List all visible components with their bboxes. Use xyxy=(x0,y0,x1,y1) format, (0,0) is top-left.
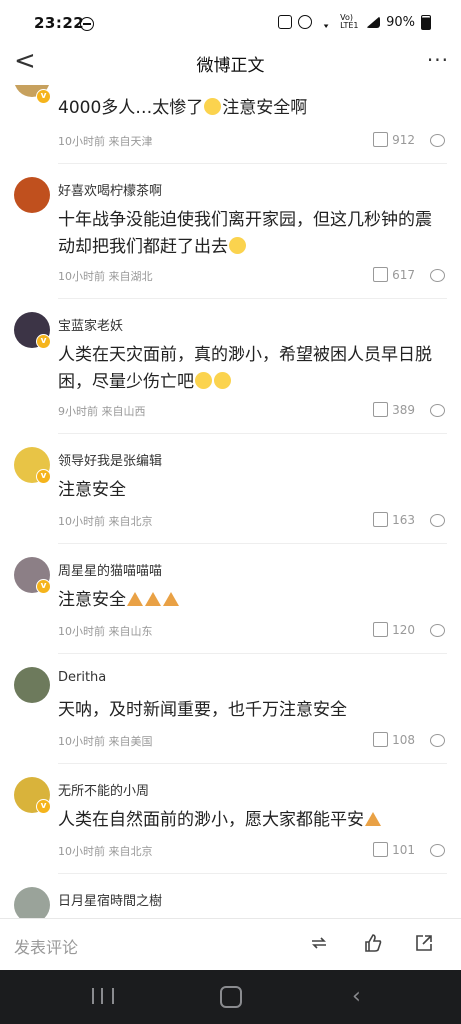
comment-meta: 10小时前 来自山东 xyxy=(58,625,153,638)
crying-emoji-icon xyxy=(229,237,246,254)
avatar[interactable] xyxy=(14,667,50,703)
pray-emoji-icon xyxy=(365,812,381,826)
sad-emoji-icon xyxy=(214,372,231,389)
comment-username[interactable]: 周星星的猫喵喵喵 xyxy=(58,560,162,579)
thumb-up-icon xyxy=(373,842,389,857)
comment-meta: 10小时前 来自湖北 xyxy=(58,270,153,283)
comment-meta: 10小时前 来自天津 xyxy=(58,135,153,148)
like-button[interactable]: 617 xyxy=(373,267,415,282)
battery-percent: 90% xyxy=(386,14,415,30)
verified-badge-icon: v xyxy=(36,579,51,594)
signal-icon xyxy=(366,16,381,28)
comment-item: 好喜欢喝柠檬茶啊 十年战争没能迫使我们离开家园，但这几秒钟的震动却把我们都赶了出… xyxy=(0,164,461,299)
more-options-button[interactable]: ··· xyxy=(427,48,449,72)
comment-item: v 无所不能的小周 人类在自然面前的渺小，愿大家都能平安 10小时前 来自北京 … xyxy=(0,764,461,874)
comment-meta: 10小时前 来自北京 xyxy=(58,845,153,858)
like-icon[interactable] xyxy=(363,933,383,953)
pray-emoji-icon xyxy=(127,592,143,606)
comment-meta: 10小时前 来自北京 xyxy=(58,515,153,528)
verified-badge-icon: v xyxy=(36,89,51,104)
verified-badge-icon: v xyxy=(36,469,51,484)
comment-username[interactable]: Deritha xyxy=(58,670,106,685)
avatar[interactable] xyxy=(14,887,50,918)
comment-username[interactable]: 领导好我是张编辑 xyxy=(58,450,162,469)
page-title: 微博正文 xyxy=(196,56,265,76)
thumb-up-icon xyxy=(373,402,389,417)
like-button[interactable]: 120 xyxy=(373,622,415,637)
pray-emoji-icon xyxy=(145,592,161,606)
reply-button[interactable] xyxy=(430,624,445,637)
alarm-icon xyxy=(298,15,313,29)
notification-icon xyxy=(278,15,293,29)
comment-meta: 9小时前 来自山西 xyxy=(58,405,146,418)
comment-item: v 4000多人…太惨了 注意安全啊 10小时前 来自天津 912 xyxy=(0,85,461,164)
reply-button[interactable] xyxy=(430,404,445,417)
comment-item: v 领导好我是张编辑 注意安全 10小时前 来自北京 163 xyxy=(0,434,461,544)
comment-meta: 10小时前 来自美国 xyxy=(58,735,153,748)
comment-text: 人类在自然面前的渺小，愿大家都能平安 xyxy=(58,807,441,834)
like-button[interactable]: 912 xyxy=(373,132,415,147)
comment-bar: 发表评论 xyxy=(0,918,461,971)
network-type: Vo) LTE1 xyxy=(340,13,359,30)
share-icon[interactable] xyxy=(414,933,434,953)
like-button[interactable]: 108 xyxy=(373,732,415,747)
thumb-up-icon xyxy=(373,267,389,282)
battery-icon xyxy=(421,14,431,30)
reply-button[interactable] xyxy=(430,514,445,527)
comment-text: 天呐，及时新闻重要，也千万注意安全 xyxy=(58,700,347,720)
home-icon[interactable] xyxy=(220,986,242,1008)
system-nav-bar: ‹ xyxy=(0,970,461,1024)
status-bar: 23:22 Vo) LTE1 90% xyxy=(0,0,461,40)
comment-text: 人类在天灾面前，真的渺小，希望被困人员早日脱困，尽量少伤亡吧 xyxy=(58,345,432,392)
pray-emoji-icon xyxy=(163,592,179,606)
comment-item: 日月星宿時間之樹 xyxy=(0,874,461,918)
status-icons: Vo) LTE1 90% xyxy=(278,14,431,30)
comment-text: 十年战争没能迫使我们离开家园，但这几秒钟的震动却把我们都赶了出去 xyxy=(58,210,432,257)
comment-username[interactable]: 无所不能的小周 xyxy=(58,780,149,799)
comment-item: Deritha 天呐，及时新闻重要，也千万注意安全 10小时前 来自美国 108 xyxy=(0,654,461,764)
comment-username[interactable]: 好喜欢喝柠檬茶啊 xyxy=(58,180,162,199)
comment-text: 4000多人…太惨了 注意安全啊 xyxy=(58,98,308,118)
reply-button[interactable] xyxy=(430,269,445,282)
thumb-up-icon xyxy=(373,622,389,637)
page-header: < 微博正文 ··· xyxy=(0,40,461,85)
like-button[interactable]: 101 xyxy=(373,842,415,857)
reply-button[interactable] xyxy=(430,734,445,747)
repost-icon[interactable] xyxy=(309,933,329,953)
thumb-up-icon xyxy=(373,132,389,147)
comment-text: 注意安全 xyxy=(58,587,441,614)
thumb-up-icon xyxy=(373,732,389,747)
avatar[interactable] xyxy=(14,177,50,213)
comment-username[interactable]: 宝蓝家老妖 xyxy=(58,315,123,334)
verified-badge-icon: v xyxy=(36,799,51,814)
thumb-up-icon xyxy=(373,512,389,527)
wifi-icon xyxy=(318,16,335,28)
crying-emoji-icon xyxy=(195,372,212,389)
reply-button[interactable] xyxy=(430,844,445,857)
crying-emoji-icon xyxy=(204,98,222,115)
comment-text: 注意安全 xyxy=(58,480,126,500)
back-nav-icon[interactable]: ‹ xyxy=(352,984,361,1009)
comment-input[interactable]: 发表评论 xyxy=(14,934,78,958)
comment-item: v 周星星的猫喵喵喵 注意安全 10小时前 来自山东 120 xyxy=(0,544,461,654)
do-not-disturb-icon xyxy=(80,17,94,31)
comment-username[interactable]: 日月星宿時間之樹 xyxy=(58,890,162,909)
comment-list[interactable]: v 4000多人…太惨了 注意安全啊 10小时前 来自天津 912 好喜欢喝柠檬茶… xyxy=(0,85,461,918)
comment-item: v 宝蓝家老妖 人类在天灾面前，真的渺小，希望被困人员早日脱困，尽量少伤亡吧 9… xyxy=(0,299,461,434)
reply-button[interactable] xyxy=(430,134,445,147)
status-time: 23:22 xyxy=(34,14,85,32)
like-button[interactable]: 163 xyxy=(373,512,415,527)
like-button[interactable]: 389 xyxy=(373,402,415,417)
verified-badge-icon: v xyxy=(36,334,51,349)
recent-apps-icon[interactable] xyxy=(92,988,114,1004)
